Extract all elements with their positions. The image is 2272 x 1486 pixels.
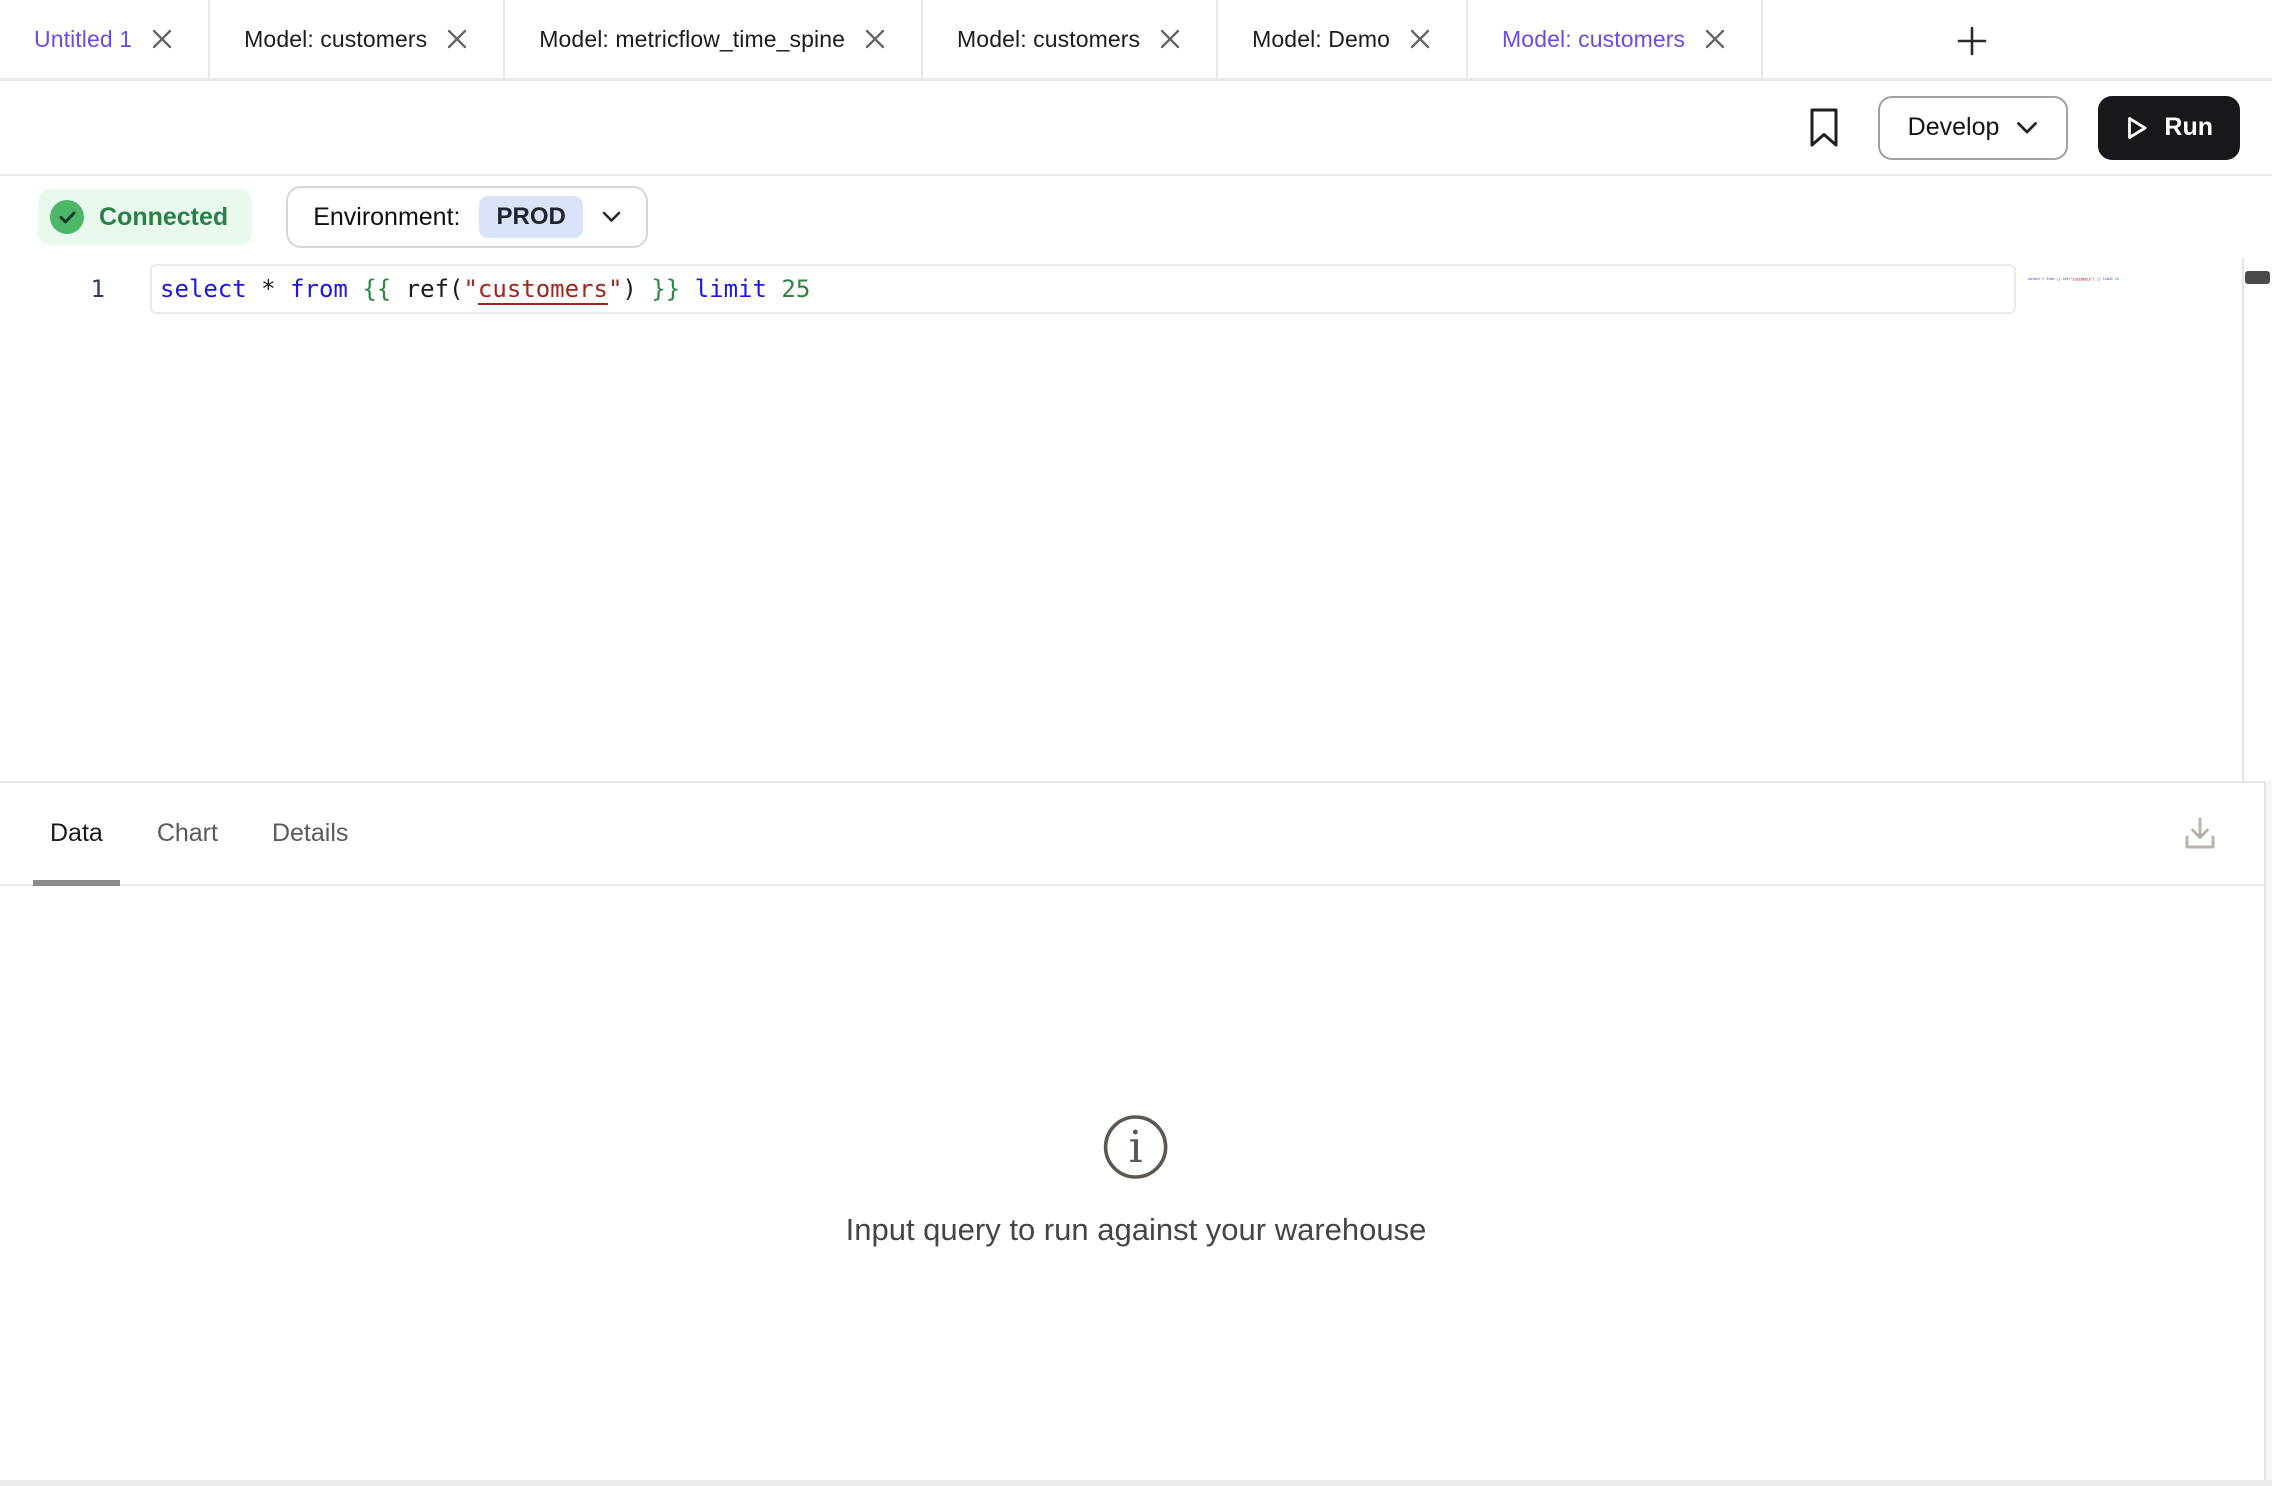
info-icon: i	[1101, 1112, 1171, 1182]
code-token: limit	[695, 275, 767, 303]
code-token: }}	[651, 275, 680, 303]
code-token: *	[261, 275, 275, 303]
tab-label: Model: customers	[1502, 26, 1685, 53]
code-token: {{	[362, 275, 391, 303]
results-panel: i Input query to run against your wareho…	[0, 886, 2272, 1480]
editor-minimap-divider	[2242, 258, 2244, 781]
results-scrollbar-track[interactable]	[2264, 781, 2272, 1480]
editor-minimap[interactable]: select * from {{ ref("customers") }} lim…	[2024, 269, 2119, 281]
bottom-edge-strip	[0, 1480, 2272, 1486]
run-button[interactable]: Run	[2098, 96, 2240, 160]
svg-text:i: i	[1129, 1122, 1143, 1173]
results-tab-label: Chart	[157, 819, 218, 848]
results-tab-label: Data	[50, 819, 103, 848]
minimap-token: customers	[2073, 277, 2091, 281]
results-tab[interactable]: Chart	[140, 783, 235, 884]
minimap-token: limit	[2103, 277, 2113, 281]
connection-status-label: Connected	[99, 203, 228, 232]
close-icon[interactable]	[863, 27, 887, 51]
tab-label: Model: customers	[957, 26, 1140, 53]
results-empty-state: i Input query to run against your wareho…	[846, 1112, 1427, 1248]
code-token: ref(	[391, 275, 463, 303]
chevron-down-icon	[602, 211, 621, 223]
toolbar: Develop Run	[0, 81, 2272, 176]
bookmark-icon[interactable]	[1808, 107, 1840, 149]
code-token	[348, 275, 362, 303]
close-icon[interactable]	[1158, 27, 1182, 51]
add-tab-button[interactable]	[1926, 24, 2018, 58]
code-token: 25	[781, 275, 810, 303]
tab-label: Model: customers	[244, 26, 427, 53]
minimap-token: ref(	[2060, 277, 2070, 281]
results-tab[interactable]: Data	[33, 783, 120, 884]
develop-button-label: Develop	[1908, 113, 2000, 142]
code-token	[680, 275, 694, 303]
code-token: )	[622, 275, 651, 303]
environment-label: Environment:	[313, 203, 460, 232]
line-number: 1	[0, 265, 118, 313]
check-icon	[50, 200, 84, 234]
download-icon	[2180, 814, 2220, 854]
code-token: customers	[478, 275, 608, 303]
code-token	[767, 275, 781, 303]
results-tab-label: Details	[272, 819, 348, 848]
close-icon[interactable]	[150, 27, 174, 51]
tab-label: Model: Demo	[1252, 26, 1390, 53]
run-button-label: Run	[2164, 113, 2213, 142]
environment-selector[interactable]: Environment: PROD	[286, 186, 648, 248]
editor-tab[interactable]: Model: customers	[210, 0, 505, 78]
code-token: "	[463, 275, 477, 303]
status-row: Connected Environment: PROD	[0, 176, 2272, 258]
chevron-down-icon	[2016, 121, 2038, 135]
close-icon[interactable]	[1703, 27, 1727, 51]
minimap-token: 25	[2115, 277, 2119, 281]
editor-tab[interactable]: Model: metricflow_time_spine	[505, 0, 923, 78]
minimap-token: from	[2046, 277, 2054, 281]
connection-status-badge: Connected	[38, 189, 252, 245]
close-icon[interactable]	[445, 27, 469, 51]
play-icon	[2125, 115, 2149, 141]
editor-scrollbar-thumb[interactable]	[2245, 271, 2270, 284]
results-tab-bar: Data Chart Details	[0, 781, 2272, 886]
add-tab-icon	[1955, 24, 1989, 58]
develop-button[interactable]: Develop	[1878, 96, 2069, 160]
code-token	[247, 275, 261, 303]
sql-editor[interactable]: 1 select * from {{ ref("customers") }} l…	[0, 258, 2272, 781]
tab-label: Model: metricflow_time_spine	[539, 26, 845, 53]
empty-state-message: Input query to run against your warehous…	[846, 1212, 1427, 1248]
code-token: "	[608, 275, 622, 303]
editor-tab[interactable]: Untitled 1	[0, 0, 210, 78]
code-line[interactable]: select * from {{ ref("customers") }} lim…	[160, 264, 810, 314]
editor-tab[interactable]: Model: customers	[1468, 0, 1763, 78]
code-token	[276, 275, 290, 303]
code-token: select	[160, 275, 247, 303]
code-token: from	[290, 275, 348, 303]
minimap-token: select	[2028, 277, 2040, 281]
close-icon[interactable]	[1408, 27, 1432, 51]
editor-tab[interactable]: Model: Demo	[1218, 0, 1468, 78]
download-results-button[interactable]	[2180, 814, 2220, 854]
editor-tab[interactable]: Model: customers	[923, 0, 1218, 78]
environment-value-badge: PROD	[479, 196, 582, 238]
results-tab[interactable]: Details	[255, 783, 365, 884]
tab-label: Untitled 1	[34, 26, 132, 53]
